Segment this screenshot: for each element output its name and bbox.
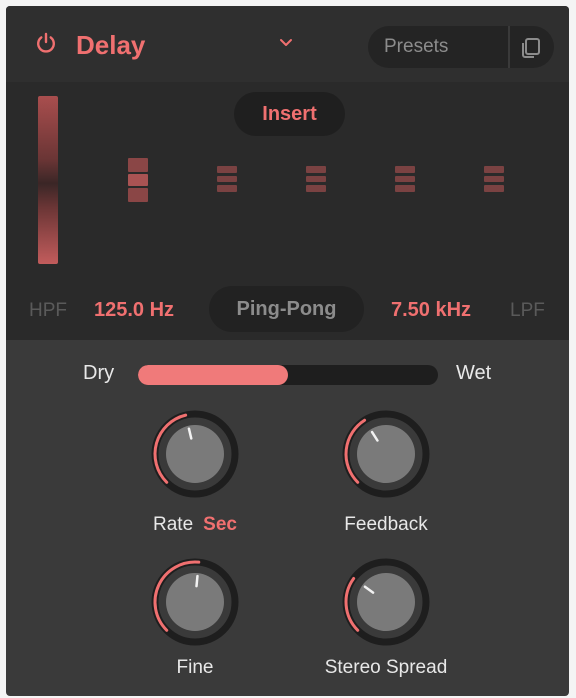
hpf-value[interactable]: 125.0 Hz — [94, 299, 174, 322]
knob-face — [357, 573, 415, 631]
eq-band-2[interactable] — [217, 166, 237, 194]
ping-pong-button[interactable]: Ping-Pong — [209, 286, 364, 332]
rate-label: Rate — [153, 514, 194, 535]
eq-band-3[interactable] — [306, 166, 326, 194]
plugin-title: Delay — [76, 30, 146, 60]
knob-face — [357, 425, 415, 483]
rate-unit-toggle[interactable]: Sec — [203, 514, 237, 535]
presets-button[interactable]: Presets — [368, 26, 554, 68]
fine-knob[interactable] — [149, 556, 241, 648]
header-bar: Delay Presets — [6, 6, 569, 82]
fine-label: Fine — [176, 657, 214, 678]
knob-face — [166, 425, 224, 483]
wet-label: Wet — [456, 362, 492, 384]
dry-wet-row: Dry Wet — [6, 356, 569, 396]
eq-display: Insert HPF 125.0 Hz Ping-Pong 7.50 kHz L… — [6, 82, 569, 340]
delay-plugin-panel: Delay Presets Insert HPF 125.0 Hz Ping-P… — [6, 6, 569, 696]
presets-label: Presets — [384, 36, 449, 57]
power-icon[interactable] — [35, 32, 57, 54]
stereo-spread-knob-block: Stereo Spread — [306, 556, 466, 686]
dry-label: Dry — [83, 362, 115, 384]
rate-label-row: Rate Sec — [115, 514, 275, 536]
lpf-label: LPF — [510, 300, 545, 321]
feedback-knob-block: Feedback — [306, 408, 466, 538]
copy-icon[interactable] — [518, 36, 542, 60]
knob-pointer — [195, 574, 199, 588]
chevron-down-icon[interactable] — [278, 36, 294, 50]
rate-knob-block: Rate Sec — [115, 408, 275, 538]
eq-band-1[interactable] — [128, 158, 148, 204]
stereo-spread-knob[interactable] — [340, 556, 432, 648]
feedback-knob[interactable] — [340, 408, 432, 500]
level-meter[interactable] — [38, 96, 58, 264]
dry-wet-fill — [138, 365, 288, 385]
filter-row: HPF 125.0 Hz Ping-Pong 7.50 kHz LPF — [6, 284, 569, 334]
lpf-value[interactable]: 7.50 kHz — [391, 299, 471, 322]
eq-band-4[interactable] — [395, 166, 415, 194]
fine-knob-block: Fine — [115, 556, 275, 686]
eq-band-5[interactable] — [484, 166, 504, 194]
insert-button[interactable]: Insert — [234, 92, 345, 136]
knob-face — [166, 573, 224, 631]
feedback-label: Feedback — [344, 514, 428, 535]
hpf-label: HPF — [29, 300, 67, 321]
presets-divider — [508, 26, 510, 68]
stereo-spread-label: Stereo Spread — [324, 657, 448, 678]
rate-knob[interactable] — [149, 408, 241, 500]
dry-wet-slider[interactable] — [138, 365, 438, 385]
